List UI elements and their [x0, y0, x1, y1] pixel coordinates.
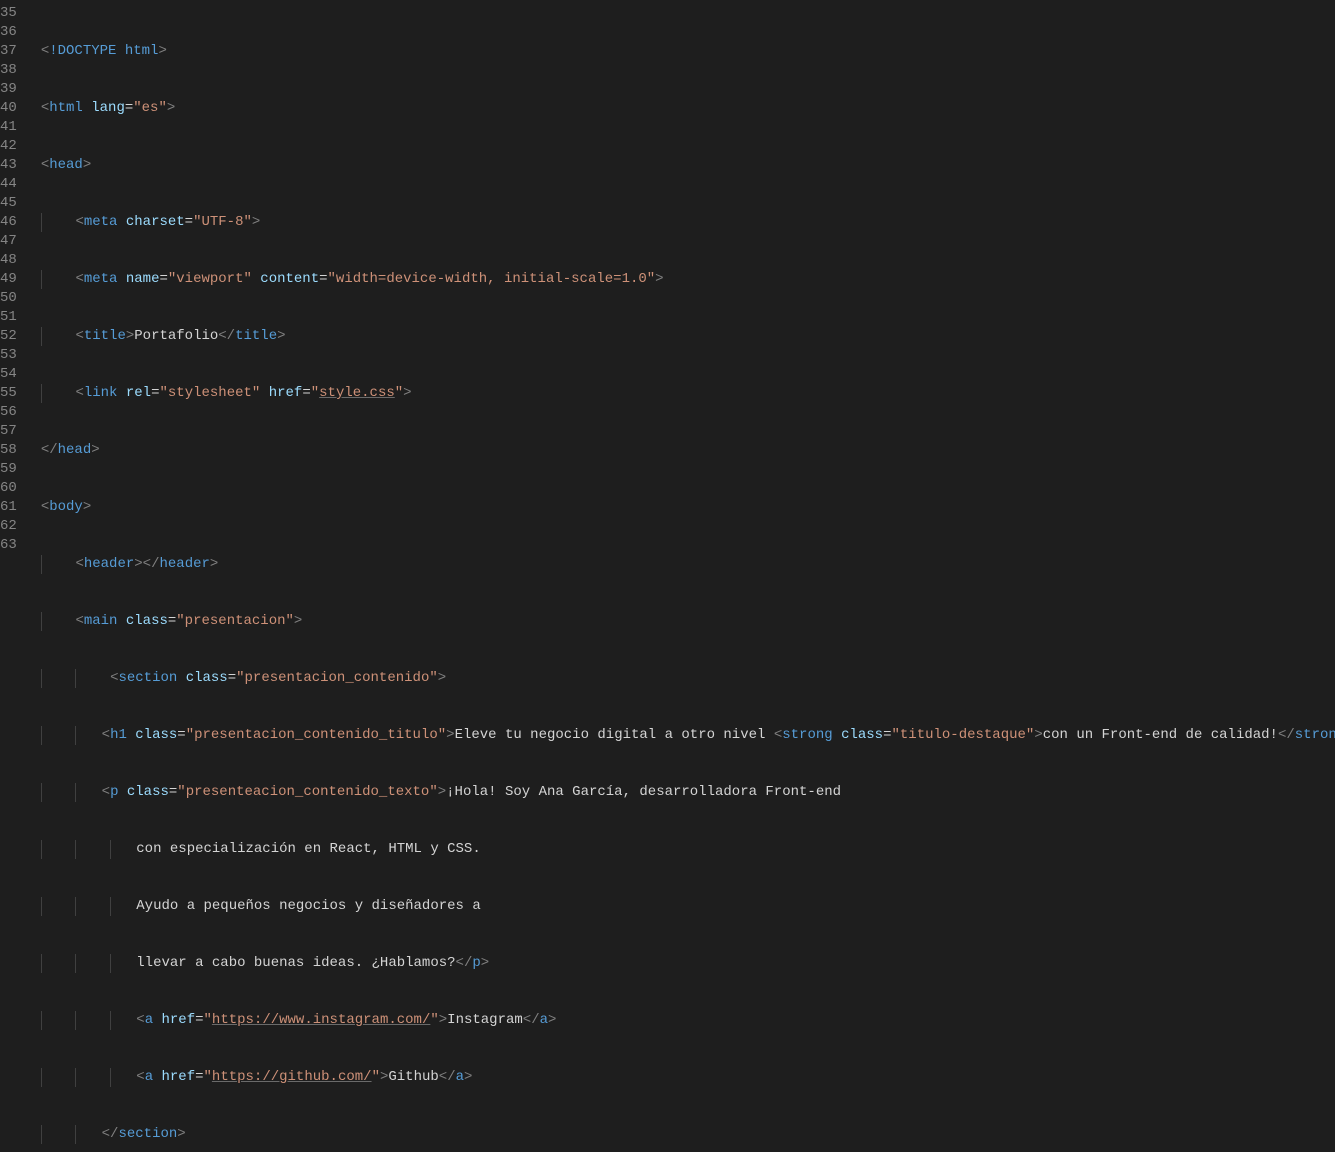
code-line[interactable]: <meta charset="UTF-8"> — [41, 213, 1335, 232]
code-line[interactable]: con especialización en React, HTML y CSS… — [41, 840, 1335, 859]
line-number: 51 — [0, 308, 17, 327]
code-line[interactable]: <meta name="viewport" content="width=dev… — [41, 270, 1335, 289]
code-line[interactable]: <a href="https://github.com/">Github</a> — [41, 1068, 1335, 1087]
code-line[interactable]: <!DOCTYPE html> — [41, 42, 1335, 61]
line-number: 42 — [0, 137, 17, 156]
line-number: 60 — [0, 479, 17, 498]
code-line[interactable]: </section> — [41, 1125, 1335, 1144]
line-number: 63 — [0, 536, 17, 555]
code-line[interactable]: <body> — [41, 498, 1335, 517]
code-line[interactable]: Ayudo a pequeños negocios y diseñadores … — [41, 897, 1335, 916]
code-line[interactable]: <p class="presenteacion_contenido_texto"… — [41, 783, 1335, 802]
code-line[interactable]: <header></header> — [41, 555, 1335, 574]
code-line[interactable]: <main class="presentacion"> — [41, 612, 1335, 631]
line-number: 56 — [0, 403, 17, 422]
line-number: 39 — [0, 80, 17, 99]
line-number: 54 — [0, 365, 17, 384]
line-number: 61 — [0, 498, 17, 517]
line-number: 52 — [0, 327, 17, 346]
line-number: 38 — [0, 61, 17, 80]
line-number: 50 — [0, 289, 17, 308]
line-number: 47 — [0, 232, 17, 251]
line-number: 41 — [0, 118, 17, 137]
code-line[interactable]: llevar a cabo buenas ideas. ¿Hablamos?</… — [41, 954, 1335, 973]
line-number: 48 — [0, 251, 17, 270]
line-number: 40 — [0, 99, 17, 118]
line-number: 53 — [0, 346, 17, 365]
code-line[interactable]: </head> — [41, 441, 1335, 460]
code-line[interactable]: <a href="https://www.instagram.com/">Ins… — [41, 1011, 1335, 1030]
line-number: 36 — [0, 23, 17, 42]
line-number: 62 — [0, 517, 17, 536]
code-line[interactable]: <link rel="stylesheet" href="style.css"> — [41, 384, 1335, 403]
line-number: 46 — [0, 213, 17, 232]
line-number: 58 — [0, 441, 17, 460]
line-number: 57 — [0, 422, 17, 441]
line-number: 35 — [0, 4, 17, 23]
line-number: 49 — [0, 270, 17, 289]
line-number: 37 — [0, 42, 17, 61]
code-line[interactable]: <head> — [41, 156, 1335, 175]
code-line[interactable]: <h1 class="presentacion_contenido_titulo… — [41, 726, 1335, 745]
line-number-gutter: 35 36 37 38 39 40 41 42 43 44 45 46 47 4… — [0, 0, 29, 576]
code-area[interactable]: <!DOCTYPE html> <html lang="es"> <head> … — [29, 0, 1335, 576]
line-number: 55 — [0, 384, 17, 403]
code-line[interactable]: <html lang="es"> — [41, 99, 1335, 118]
line-number: 45 — [0, 194, 17, 213]
code-line[interactable]: <title>Portafolio</title> — [41, 327, 1335, 346]
line-number: 43 — [0, 156, 17, 175]
code-line[interactable]: <section class="presentacion_contenido"> — [41, 669, 1335, 688]
line-number: 59 — [0, 460, 17, 479]
line-number: 44 — [0, 175, 17, 194]
code-editor[interactable]: 35 36 37 38 39 40 41 42 43 44 45 46 47 4… — [0, 0, 1335, 576]
